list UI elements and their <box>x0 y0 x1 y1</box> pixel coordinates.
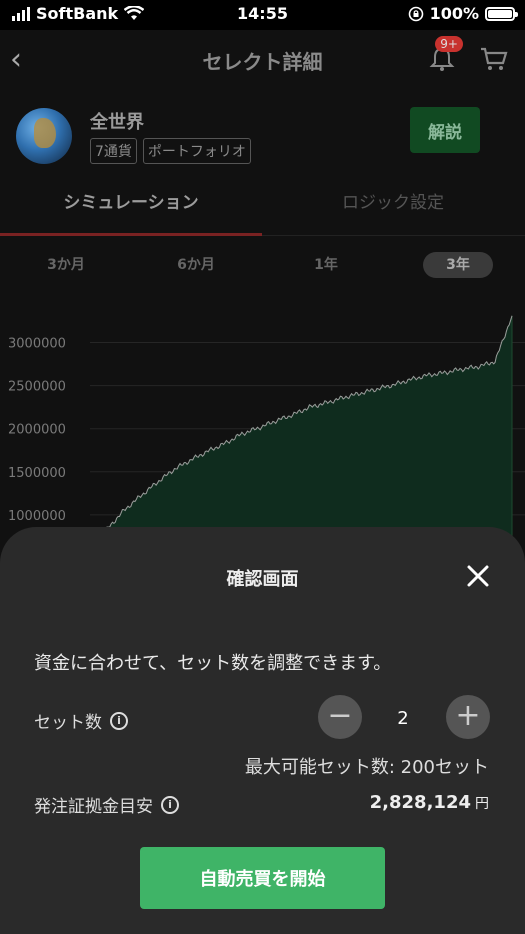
globe-icon <box>16 108 72 164</box>
chart-area <box>89 315 513 558</box>
explain-button[interactable]: 解説 <box>410 107 480 153</box>
set-count-label: セット数 <box>34 713 102 733</box>
set-count-row: セット数 i <box>34 708 128 733</box>
tag-currencies: 7通貨 <box>90 138 137 164</box>
y-tick-label: 2500000 <box>8 380 66 395</box>
tab-bar: シミュレーション ロジック設定 <box>0 175 525 236</box>
simulation-chart: 3000000 2500000 2000000 1500000 1000000 <box>8 315 525 558</box>
y-tick-label: 3000000 <box>8 336 66 351</box>
period-3-months[interactable]: 3か月 <box>36 252 96 278</box>
tab-logic-settings[interactable]: ロジック設定 <box>262 175 524 233</box>
increment-button[interactable]: + <box>446 695 490 739</box>
select-summary: 全世界 7通貨 ポートフォリオ 解説 <box>0 100 525 170</box>
notification-badge: 9+ <box>435 36 463 52</box>
status-bar: SoftBank 14:55 100% <box>0 0 525 30</box>
period-6-months[interactable]: 6か月 <box>166 252 226 278</box>
orientation-lock-icon <box>408 6 423 21</box>
status-left: SoftBank <box>12 4 145 23</box>
period-1-year[interactable]: 1年 <box>306 252 346 278</box>
y-tick-label: 1000000 <box>8 509 66 524</box>
decrement-button[interactable]: − <box>318 695 362 739</box>
sheet-title: 確認画面 <box>226 569 299 590</box>
period-selector: 3か月 6か月 1年 3年 <box>0 252 525 278</box>
confirm-sheet: 確認画面 資金に合わせて、セット数を調整できます。 セット数 i − 2 + 最… <box>0 527 525 934</box>
cart-icon[interactable] <box>479 44 509 74</box>
tag-list: 7通貨 ポートフォリオ <box>90 138 251 164</box>
start-auto-trade-button[interactable]: 自動売買を開始 <box>140 847 385 909</box>
header: ‹ セレクト詳細 9+ <box>0 30 525 90</box>
deposit-row: 発注証拠金目安 i <box>34 792 179 817</box>
deposit-unit: 円 <box>475 796 489 812</box>
sheet-description: 資金に合わせて、セット数を調整できます。 <box>34 653 392 674</box>
y-tick-label: 2000000 <box>8 423 66 438</box>
deposit-value: 2,828,124 <box>369 792 471 813</box>
deposit-label: 発注証拠金目安 <box>34 797 153 817</box>
battery-icon <box>485 6 518 21</box>
signal-icon <box>12 6 30 21</box>
deposit-value-container: 2,828,124 円 <box>370 792 489 813</box>
wifi-icon <box>124 6 145 20</box>
info-icon[interactable]: i <box>161 795 179 814</box>
carrier-label: SoftBank <box>36 4 119 23</box>
tag-portfolio: ポートフォリオ <box>142 138 251 164</box>
back-icon[interactable]: ‹ <box>10 42 22 77</box>
info-icon[interactable]: i <box>110 711 128 730</box>
select-title: 全世界 <box>90 112 144 133</box>
y-tick-label: 1500000 <box>8 466 66 481</box>
max-sets-text: 最大可能セット数: 200セット <box>244 757 489 778</box>
close-icon[interactable] <box>465 563 491 589</box>
battery-percent: 100% <box>429 4 479 23</box>
status-right: 100% <box>408 4 518 23</box>
period-3-years[interactable]: 3年 <box>423 252 493 278</box>
set-count-value: 2 <box>397 708 409 729</box>
tab-simulation[interactable]: シミュレーション <box>0 175 262 236</box>
